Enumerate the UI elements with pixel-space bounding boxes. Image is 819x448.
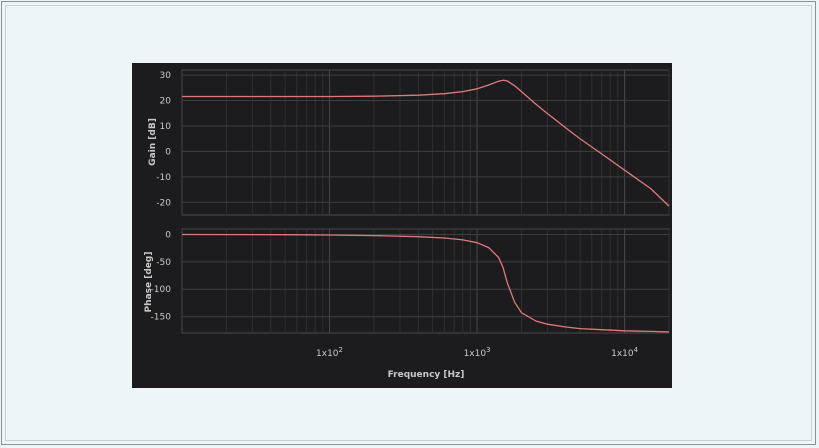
- gain-plot-area: [181, 69, 670, 216]
- gain-y-tick-label: 30: [160, 71, 172, 81]
- phase-y-axis-title: Phase [deg]: [144, 252, 154, 313]
- phase-x-tick-label: 1x103: [464, 346, 491, 359]
- phase-y-tick-label: 0: [165, 230, 171, 240]
- gain-y-tick-label: -10: [156, 173, 171, 183]
- bode-plot-panel: -20 -10 0 10 20 30 -150 -10 0 -50 0 1x102 1x103 1x10…: [132, 63, 672, 388]
- gain-y-axis-title: Gain [dB]: [148, 118, 158, 166]
- gain-y-tick-label: 0: [165, 147, 171, 157]
- phase-plot-area: [181, 228, 670, 334]
- gain-chart: -20 -10 0 10 20 30: [156, 69, 670, 216]
- phase-x-tick-label: 1x102: [316, 346, 343, 359]
- x-axis-title: Frequency [Hz]: [388, 370, 465, 380]
- phase-x-tick-label: 1x104: [611, 346, 639, 359]
- gain-y-tick-label: 10: [160, 122, 172, 132]
- phase-y-tick-label: -150: [151, 313, 172, 323]
- gain-y-tick-label: 20: [160, 97, 172, 107]
- gain-y-tick-label: -20: [156, 198, 171, 208]
- bode-plot-svg: -20 -10 0 10 20 30 -150 -10 0 -50 0 1x102 1x103 1x10…: [144, 69, 670, 380]
- phase-y-tick-label: -50: [156, 258, 171, 268]
- phase-chart: -150-100-5001x102 1x103 1x104: [151, 228, 670, 359]
